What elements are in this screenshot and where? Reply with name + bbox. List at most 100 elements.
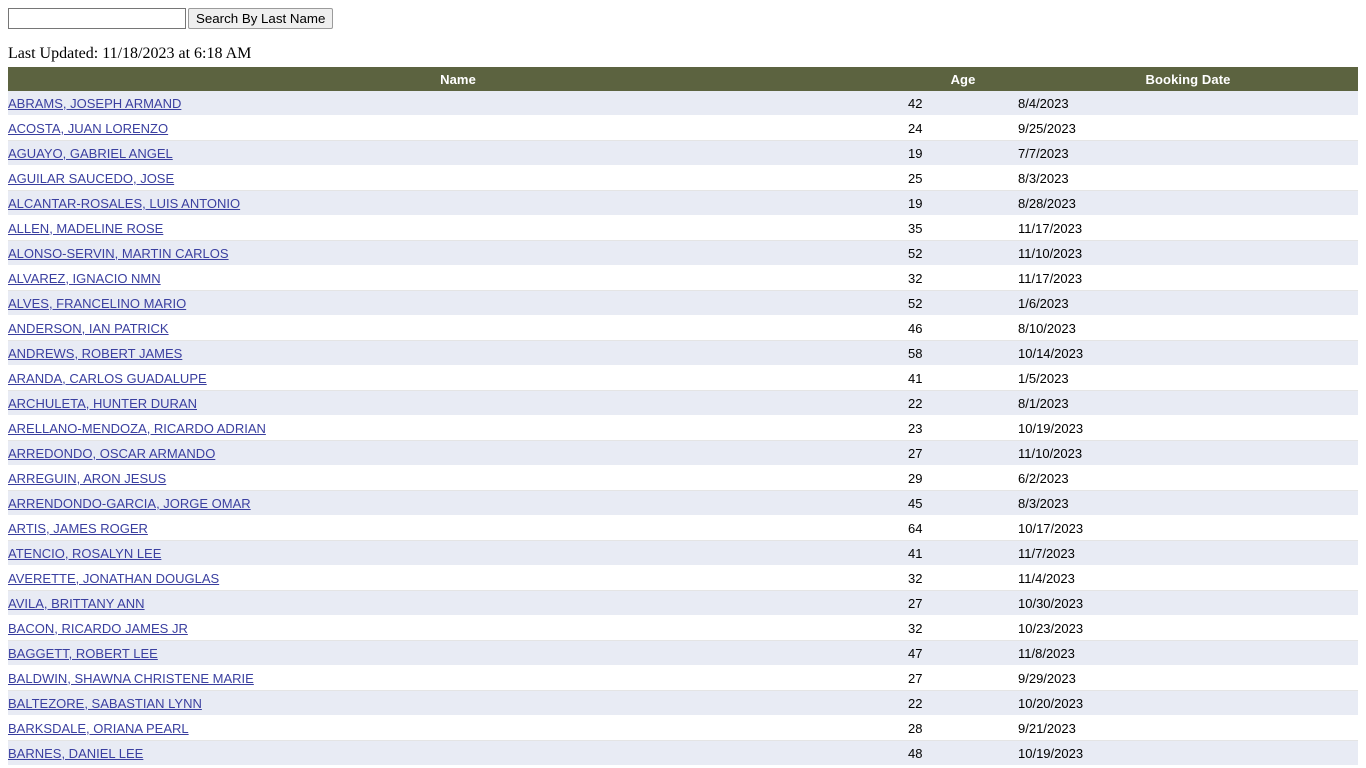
cell-name: ALLEN, MADELINE ROSE [8,216,908,241]
cell-booking-date: 10/17/2023 [1018,516,1358,541]
search-input[interactable] [8,8,186,29]
cell-name: BALDWIN, SHAWNA CHRISTENE MARIE [8,666,908,691]
inmate-name-link[interactable]: BALDWIN, SHAWNA CHRISTENE MARIE [8,671,254,686]
inmate-name-link[interactable]: ALCANTAR-ROSALES, LUIS ANTONIO [8,196,240,211]
table-row: ALONSO-SERVIN, MARTIN CARLOS 5211/10/2023 [8,241,1358,266]
cell-age: 47 [908,641,1018,666]
cell-booking-date: 11/17/2023 [1018,216,1358,241]
cell-age: 52 [908,241,1018,266]
cell-age: 41 [908,541,1018,566]
inmate-name-link[interactable]: ALONSO-SERVIN, MARTIN CARLOS [8,246,229,261]
inmate-name-link[interactable]: ALLEN, MADELINE ROSE [8,221,163,236]
inmate-name-link[interactable]: AGUILAR SAUCEDO, JOSE [8,171,174,186]
table-body: ABRAMS, JOSEPH ARMAND 428/4/2023 ACOSTA, J… [8,91,1358,766]
cell-name: ALONSO-SERVIN, MARTIN CARLOS [8,241,908,266]
cell-name: ARCHULETA, HUNTER DURAN [8,391,908,416]
table-row: ALVES, FRANCELINO MARIO 521/6/2023 [8,291,1358,316]
cell-age: 64 [908,516,1018,541]
cell-booking-date: 9/29/2023 [1018,666,1358,691]
inmate-name-link[interactable]: ALVAREZ, IGNACIO NMN [8,271,161,286]
cell-name: ANDERSON, IAN PATRICK [8,316,908,341]
cell-booking-date: 9/25/2023 [1018,116,1358,141]
search-by-last-name-button[interactable]: Search By Last Name [188,8,333,29]
cell-age: 27 [908,441,1018,466]
inmate-name-link[interactable]: ACOSTA, JUAN LORENZO [8,121,168,136]
table-row: AVERETTE, JONATHAN DOUGLAS3211/4/2023 [8,566,1358,591]
table-row: ARELLANO-MENDOZA, RICARDO ADRIAN 2310/19/… [8,416,1358,441]
column-header-age[interactable]: Age [908,67,1018,91]
cell-age: 22 [908,691,1018,716]
cell-age: 25 [908,166,1018,191]
cell-age: 22 [908,391,1018,416]
cell-name: AVERETTE, JONATHAN DOUGLAS [8,566,908,591]
inmate-name-link[interactable]: BARNES, DANIEL LEE [8,746,143,761]
cell-name: AGUILAR SAUCEDO, JOSE [8,166,908,191]
inmate-roster-table: Name Age Booking Date ABRAMS, JOSEPH ARM… [8,67,1358,766]
inmate-name-link[interactable]: AGUAYO, GABRIEL ANGEL [8,146,173,161]
cell-age: 58 [908,341,1018,366]
inmate-name-link[interactable]: ARTIS, JAMES ROGER [8,521,148,536]
inmate-name-link[interactable]: ARREGUIN, ARON JESUS [8,471,166,486]
cell-age: 42 [908,91,1018,116]
cell-age: 32 [908,566,1018,591]
table-header-row: Name Age Booking Date [8,67,1358,91]
cell-name: ARANDA, CARLOS GUADALUPE [8,366,908,391]
table-row: AVILA, BRITTANY ANN2710/30/2023 [8,591,1358,616]
cell-name: ARRENDONDO-GARCIA, JORGE OMAR [8,491,908,516]
cell-name: ALVES, FRANCELINO MARIO [8,291,908,316]
table-row: AGUAYO, GABRIEL ANGEL197/7/2023 [8,141,1358,166]
cell-age: 24 [908,116,1018,141]
cell-age: 35 [908,216,1018,241]
cell-name: BALTEZORE, SABASTIAN LYNN [8,691,908,716]
cell-age: 27 [908,666,1018,691]
cell-booking-date: 10/23/2023 [1018,616,1358,641]
cell-booking-date: 8/3/2023 [1018,491,1358,516]
inmate-name-link[interactable]: ARELLANO-MENDOZA, RICARDO ADRIAN [8,421,266,436]
inmate-name-link[interactable]: ATENCIO, ROSALYN LEE [8,546,161,561]
cell-name: ARREGUIN, ARON JESUS [8,466,908,491]
cell-name: ABRAMS, JOSEPH ARMAND [8,91,908,116]
table-row: ARTIS, JAMES ROGER 6410/17/2023 [8,516,1358,541]
inmate-name-link[interactable]: ANDERSON, IAN PATRICK [8,321,169,336]
inmate-name-link[interactable]: ARREDONDO, OSCAR ARMANDO [8,446,215,461]
inmate-name-link[interactable]: BACON, RICARDO JAMES JR [8,621,188,636]
cell-booking-date: 8/10/2023 [1018,316,1358,341]
cell-name: BAGGETT, ROBERT LEE [8,641,908,666]
inmate-name-link[interactable]: BALTEZORE, SABASTIAN LYNN [8,696,202,711]
cell-booking-date: 9/21/2023 [1018,716,1358,741]
cell-booking-date: 11/7/2023 [1018,541,1358,566]
inmate-name-link[interactable]: ABRAMS, JOSEPH ARMAND [8,96,181,111]
table-row: ANDREWS, ROBERT JAMES5810/14/2023 [8,341,1358,366]
table-row: ARREDONDO, OSCAR ARMANDO2711/10/2023 [8,441,1358,466]
cell-age: 19 [908,191,1018,216]
cell-booking-date: 11/10/2023 [1018,241,1358,266]
cell-name: AVILA, BRITTANY ANN [8,591,908,616]
column-header-name[interactable]: Name [8,67,908,91]
cell-booking-date: 1/6/2023 [1018,291,1358,316]
inmate-name-link[interactable]: BAGGETT, ROBERT LEE [8,646,158,661]
cell-age: 23 [908,416,1018,441]
cell-age: 52 [908,291,1018,316]
inmate-name-link[interactable]: ARANDA, CARLOS GUADALUPE [8,371,207,386]
inmate-name-link[interactable]: ANDREWS, ROBERT JAMES [8,346,182,361]
inmate-name-link[interactable]: AVILA, BRITTANY ANN [8,596,145,611]
table-header: Name Age Booking Date [8,67,1358,91]
cell-age: 27 [908,591,1018,616]
cell-booking-date: 11/8/2023 [1018,641,1358,666]
cell-age: 45 [908,491,1018,516]
inmate-name-link[interactable]: ALVES, FRANCELINO MARIO [8,296,186,311]
inmate-name-link[interactable]: BARKSDALE, ORIANA PEARL [8,721,189,736]
last-updated-text: Last Updated: 11/18/2023 at 6:18 AM [8,45,251,63]
inmate-name-link[interactable]: ARCHULETA, HUNTER DURAN [8,396,197,411]
cell-booking-date: 8/4/2023 [1018,91,1358,116]
table-row: ARRENDONDO-GARCIA, JORGE OMAR 458/3/2023 [8,491,1358,516]
table-row: ARANDA, CARLOS GUADALUPE411/5/2023 [8,366,1358,391]
column-header-booking-date[interactable]: Booking Date [1018,67,1358,91]
inmate-name-link[interactable]: ARRENDONDO-GARCIA, JORGE OMAR [8,496,251,511]
cell-age: 29 [908,466,1018,491]
cell-name: BARNES, DANIEL LEE [8,741,908,766]
table-row: ALLEN, MADELINE ROSE 3511/17/2023 [8,216,1358,241]
inmate-name-link[interactable]: AVERETTE, JONATHAN DOUGLAS [8,571,219,586]
cell-booking-date: 1/5/2023 [1018,366,1358,391]
cell-booking-date: 10/19/2023 [1018,416,1358,441]
